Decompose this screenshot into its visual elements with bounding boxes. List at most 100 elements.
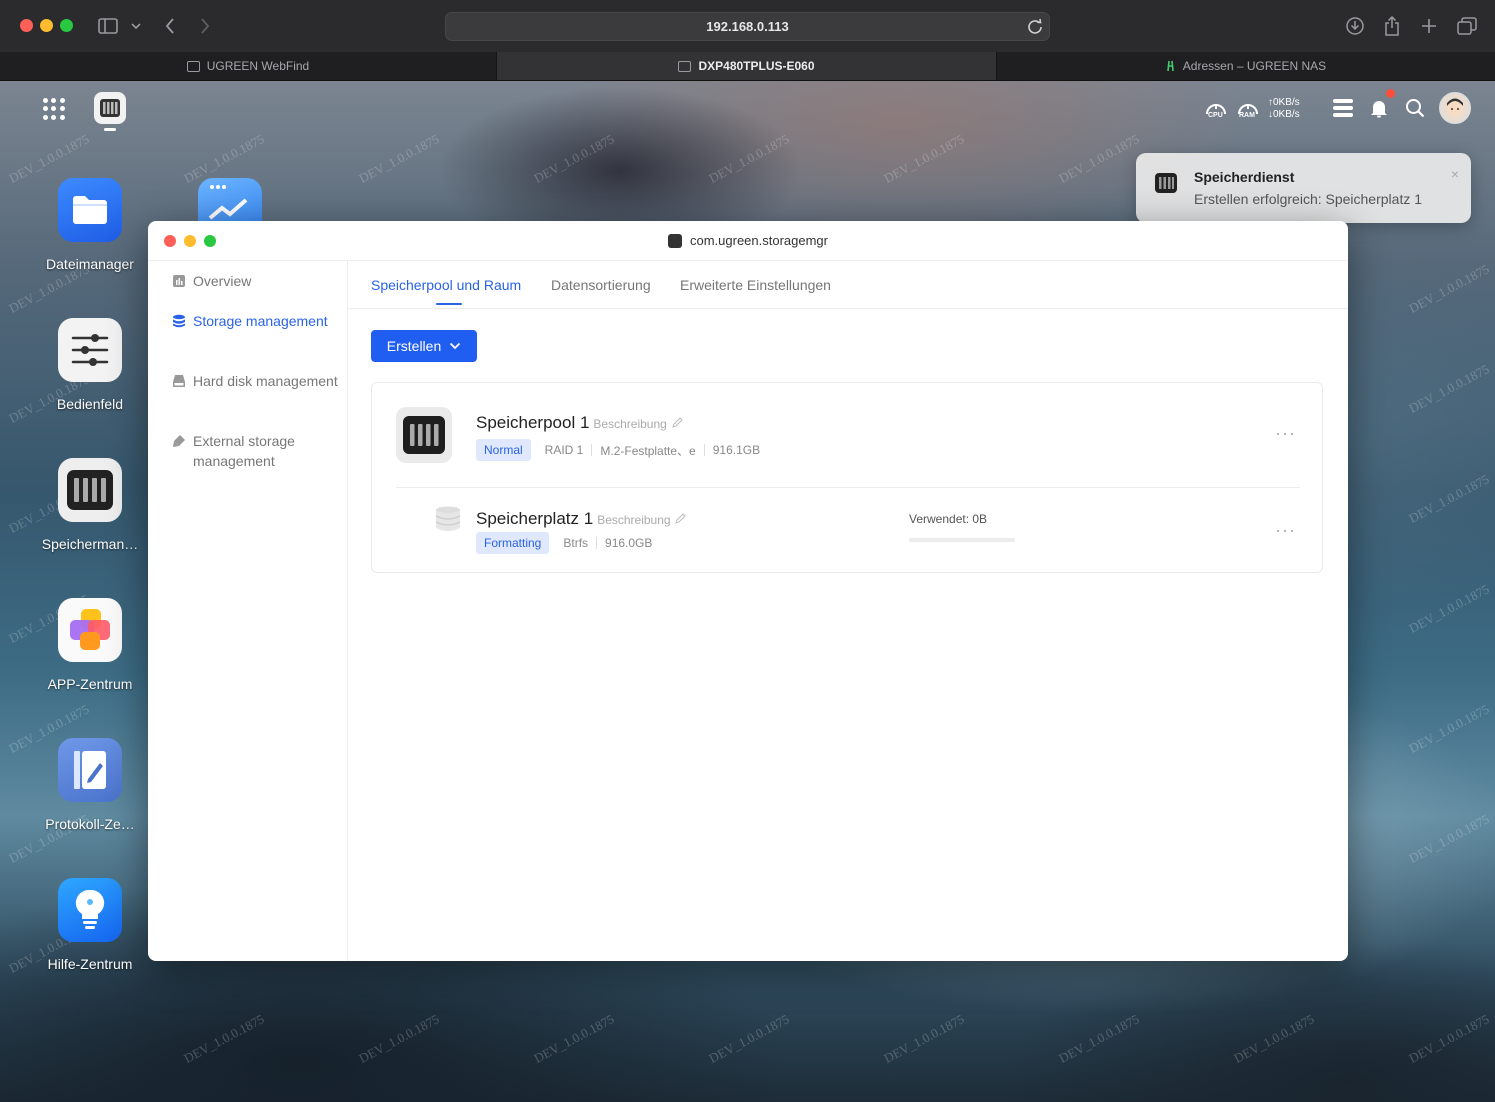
volume-used-text: Verwendet: 0B bbox=[909, 512, 988, 526]
ugreen-leaf-icon bbox=[1167, 60, 1174, 72]
watermark: DEV_1.0.0.1875 bbox=[1406, 471, 1492, 526]
create-button[interactable]: Erstellen bbox=[371, 330, 477, 362]
active-tab-indicator bbox=[436, 303, 462, 305]
desktop-icon-app-zentrum[interactable]: APP-Zentrum bbox=[30, 598, 150, 692]
nas-top-bar: CPU RAM ↑0KB/s ↓0KB/s bbox=[0, 81, 1495, 136]
watermark: DEV_1.0.0.1875 bbox=[1406, 361, 1492, 416]
pool-meta: Normal RAID 1 M.2-Festplatte、e 916.1GB bbox=[476, 439, 760, 461]
downloads-icon[interactable] bbox=[1343, 14, 1367, 38]
desktop-icon-speichermanager[interactable]: Speicherman… bbox=[30, 458, 150, 552]
desktop-icon-hilfe-zentrum[interactable]: Hilfe-Zentrum bbox=[30, 878, 150, 972]
pool-raid: RAID 1 bbox=[544, 443, 584, 457]
tab-dxp480tplus[interactable]: DXP480TPLUS-E060 bbox=[497, 52, 997, 80]
storage-manager-window: com.ugreen.storagemgr Overview Storage m… bbox=[148, 221, 1348, 961]
volume-more-button[interactable]: ··· bbox=[1275, 520, 1296, 541]
upload-speed: ↑0KB/s bbox=[1268, 97, 1300, 108]
search-icon[interactable] bbox=[1402, 95, 1428, 121]
pool-status-badge: Normal bbox=[476, 439, 531, 461]
volume-name: Speicherplatz 1 Beschreibung bbox=[476, 509, 687, 529]
zoom-window-button[interactable] bbox=[60, 19, 73, 32]
pool-size: 916.1GB bbox=[712, 443, 761, 457]
share-icon[interactable] bbox=[1380, 14, 1404, 38]
nas-favicon-icon bbox=[186, 60, 200, 72]
sidebar-item-label: Storage management bbox=[193, 313, 328, 329]
watermark: DEV_1.0.0.1875 bbox=[1406, 811, 1492, 866]
control-panel-icon bbox=[58, 318, 122, 382]
tab-datensortierung[interactable]: Datensortierung bbox=[551, 277, 651, 293]
desktop-icon-label: Speicherman… bbox=[41, 536, 139, 552]
watermark: DEV_1.0.0.1875 bbox=[356, 1011, 442, 1066]
desktop-icon-label: APP-Zentrum bbox=[47, 676, 133, 692]
sidebar-item-label: External storage management bbox=[193, 433, 295, 469]
address-bar[interactable]: 192.168.0.113 bbox=[445, 12, 1050, 41]
sidebar-toggle-icon[interactable] bbox=[96, 14, 120, 38]
notification-dot bbox=[1386, 89, 1395, 98]
tab-overview-icon[interactable] bbox=[1455, 14, 1479, 38]
watermark: DEV_1.0.0.1875 bbox=[1406, 701, 1492, 756]
folder-icon bbox=[58, 178, 122, 242]
nas-favicon-icon bbox=[678, 60, 692, 72]
lightbulb-icon bbox=[58, 878, 122, 942]
watermark: DEV_1.0.0.1875 bbox=[881, 1011, 967, 1066]
main-content: Speicherpool und Raum Datensortierung Er… bbox=[348, 261, 1348, 961]
window-titlebar[interactable]: com.ugreen.storagemgr bbox=[148, 221, 1348, 261]
window-title-text: com.ugreen.storagemgr bbox=[689, 233, 828, 248]
sidebar: Overview Storage management Hard disk ma… bbox=[148, 261, 348, 961]
forward-icon[interactable] bbox=[195, 14, 215, 38]
user-avatar[interactable] bbox=[1439, 92, 1471, 124]
pool-more-button[interactable]: ··· bbox=[1275, 423, 1296, 444]
active-app-indicator bbox=[104, 128, 116, 131]
edit-icon[interactable] bbox=[675, 513, 687, 524]
tab-ugreen-webfind[interactable]: UGREEN WebFind bbox=[0, 52, 497, 80]
volume-description[interactable]: Beschreibung bbox=[597, 513, 670, 527]
app-launcher-icon[interactable] bbox=[43, 98, 65, 120]
pool-description[interactable]: Beschreibung bbox=[593, 417, 666, 431]
tab-adressen[interactable]: Adressen – UGREEN NAS bbox=[997, 52, 1495, 80]
toast-message: Erstellen erfolgreich: Speicherplatz 1 bbox=[1194, 191, 1423, 207]
tab-speicherpool-und-raum[interactable]: Speicherpool und Raum bbox=[371, 277, 521, 293]
app-center-icon bbox=[58, 598, 122, 662]
toast-close-button[interactable]: × bbox=[1451, 166, 1459, 182]
back-icon[interactable] bbox=[160, 14, 180, 38]
sidebar-item-label: Overview bbox=[193, 273, 252, 289]
watermark: DEV_1.0.0.1875 bbox=[181, 1011, 267, 1066]
create-button-label: Erstellen bbox=[386, 338, 442, 354]
divider bbox=[396, 487, 1300, 488]
desktop-icon-protokoll-zentrum[interactable]: Protokoll-Ze… bbox=[30, 738, 150, 832]
desktop-icon-label: Hilfe-Zentrum bbox=[47, 956, 133, 972]
volume-name-text: Speicherplatz 1 bbox=[476, 509, 594, 528]
tab-erweiterte-einstellungen[interactable]: Erweiterte Einstellungen bbox=[680, 277, 831, 293]
pool-name-text: Speicherpool 1 bbox=[476, 413, 590, 432]
new-tab-icon[interactable] bbox=[1417, 14, 1441, 38]
network-speed[interactable]: ↑0KB/s ↓0KB/s bbox=[1268, 97, 1300, 121]
desktop-icon-label: Protokoll-Ze… bbox=[45, 816, 135, 832]
desktop-icon-dateimanager[interactable]: Dateimanager bbox=[30, 178, 150, 272]
volume-icon bbox=[435, 506, 461, 531]
pool-disk-type: M.2-Festplatte、e bbox=[600, 443, 696, 458]
tab-label: DXP480TPLUS-E060 bbox=[698, 59, 815, 73]
watermark: DEV_1.0.0.1875 bbox=[706, 1011, 792, 1066]
bell-icon[interactable] bbox=[1366, 95, 1392, 121]
watermark: DEV_1.0.0.1875 bbox=[1056, 131, 1142, 186]
edit-icon[interactable] bbox=[671, 417, 683, 428]
nas-desktop: DEV_1.0.0.1875 DEV_1.0.0.1875 DEV_1.0.0.… bbox=[0, 81, 1495, 1102]
task-manager-icon[interactable] bbox=[1330, 95, 1356, 121]
sidebar-item-overview[interactable]: Overview bbox=[172, 271, 342, 291]
url-text: 192.168.0.113 bbox=[706, 19, 789, 34]
tab-label: UGREEN WebFind bbox=[206, 59, 310, 73]
taskbar-storage-manager-icon[interactable] bbox=[94, 92, 126, 124]
usb-drive-icon bbox=[173, 435, 185, 447]
desktop-icon-label: Bedienfeld bbox=[56, 396, 124, 412]
sidebar-item-storage-management[interactable]: Storage management bbox=[172, 311, 342, 331]
reload-icon[interactable] bbox=[1025, 17, 1045, 37]
log-center-icon bbox=[58, 738, 122, 802]
notification-toast[interactable]: Speicherdienst Erstellen erfolgreich: Sp… bbox=[1136, 153, 1471, 223]
close-window-button[interactable] bbox=[20, 19, 33, 32]
minimize-window-button[interactable] bbox=[40, 19, 53, 32]
sidebar-item-external-storage-management[interactable]: External storage management bbox=[172, 431, 342, 471]
chevron-down-icon[interactable] bbox=[128, 14, 144, 38]
storage-pool-icon bbox=[396, 407, 452, 463]
watermark: DEV_1.0.0.1875 bbox=[1406, 581, 1492, 636]
desktop-icon-bedienfeld[interactable]: Bedienfeld bbox=[30, 318, 150, 412]
sidebar-item-hard-disk-management[interactable]: Hard disk management bbox=[172, 371, 342, 391]
